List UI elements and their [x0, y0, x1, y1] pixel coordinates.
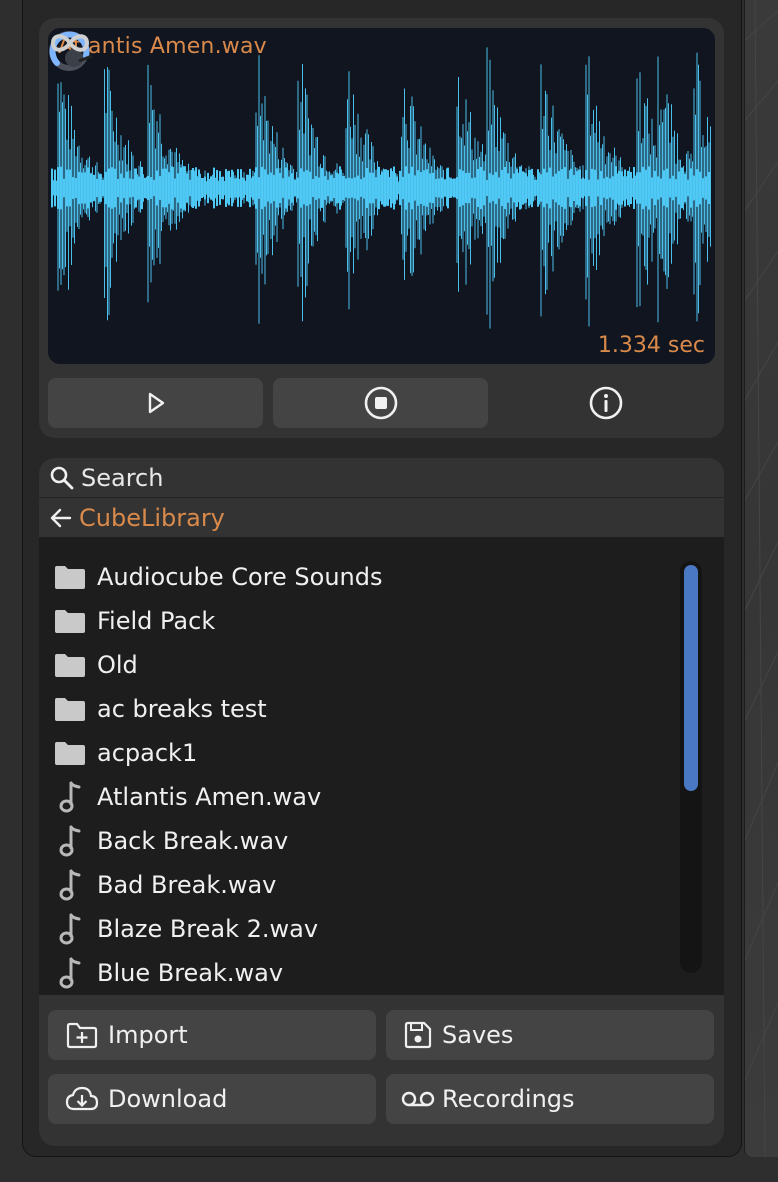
- saves-label: Saves: [442, 1021, 514, 1049]
- folder-icon: [39, 564, 97, 590]
- loop-infinity-icon[interactable]: [48, 28, 92, 58]
- saves-button[interactable]: Saves: [386, 1010, 714, 1060]
- search-field[interactable]: Search: [39, 458, 724, 498]
- music-note-icon: [39, 824, 97, 858]
- list-item-label: Back Break.wav: [97, 827, 289, 855]
- scrollbar[interactable]: [680, 561, 702, 973]
- scrollbar-thumb[interactable]: [684, 565, 698, 791]
- cloud-download-icon: [65, 1086, 99, 1111]
- music-note-icon: [39, 956, 97, 990]
- folder-list-item[interactable]: ac breaks test: [39, 687, 669, 731]
- file-list-item[interactable]: Bad Break.wav: [39, 863, 669, 907]
- list-item-label: Field Pack: [97, 607, 216, 635]
- list-item-label: Audiocube Core Sounds: [97, 563, 383, 591]
- search-label: Search: [81, 464, 164, 492]
- folder-list-item[interactable]: Audiocube Core Sounds: [39, 555, 669, 599]
- folder-list-item[interactable]: Old: [39, 643, 669, 687]
- file-browser-panel: Search CubeLibrary Audiocube Core Sounds…: [39, 458, 724, 1146]
- music-note-icon: [39, 780, 97, 814]
- import-label: Import: [108, 1021, 188, 1049]
- folder-list-item[interactable]: Field Pack: [39, 599, 669, 643]
- list-item-label: Bad Break.wav: [97, 871, 277, 899]
- music-note-icon: [39, 912, 97, 946]
- stop-icon: [364, 386, 397, 420]
- file-list: Audiocube Core Sounds Field Pack Old ac bre…: [39, 537, 724, 995]
- recordings-button[interactable]: Recordings: [386, 1074, 714, 1124]
- save-disk-icon: [404, 1021, 432, 1049]
- adjacent-viewport: [744, 0, 778, 1157]
- file-list-item[interactable]: Blue Break.wav: [39, 951, 669, 995]
- list-item-label: Blaze Break 2.wav: [97, 915, 319, 943]
- search-icon: [50, 466, 74, 490]
- breadcrumb[interactable]: CubeLibrary: [39, 498, 724, 537]
- list-item-label: acpack1: [97, 739, 198, 767]
- folder-plus-icon: [66, 1022, 98, 1049]
- download-label: Download: [108, 1085, 228, 1113]
- import-button[interactable]: Import: [48, 1010, 376, 1060]
- recordings-label: Recordings: [442, 1085, 575, 1113]
- info-icon: [589, 386, 622, 420]
- folder-list-item[interactable]: acpack1: [39, 731, 669, 775]
- current-folder-label[interactable]: CubeLibrary: [79, 504, 225, 532]
- list-item-label: Old: [97, 651, 138, 679]
- play-icon: [148, 392, 164, 414]
- folder-icon: [39, 652, 97, 678]
- stop-button[interactable]: [273, 378, 488, 428]
- file-list-item[interactable]: Blaze Break 2.wav: [39, 907, 669, 951]
- list-item-label: ac breaks test: [97, 695, 267, 723]
- info-button[interactable]: [498, 378, 713, 428]
- list-item-label: Atlantis Amen.wav: [97, 783, 322, 811]
- folder-icon: [39, 696, 97, 722]
- folder-icon: [39, 608, 97, 634]
- file-list-item[interactable]: Atlantis Amen.wav: [39, 775, 669, 819]
- folder-icon: [39, 740, 97, 766]
- music-note-icon: [39, 868, 97, 902]
- voicemail-icon: [401, 1091, 435, 1107]
- file-list-item[interactable]: Back Break.wav: [39, 819, 669, 863]
- waveform-display[interactable]: Atlantis Amen.wav 1.334 sec: [48, 28, 715, 364]
- back-arrow-icon[interactable]: [49, 506, 73, 530]
- waveform: [51, 47, 711, 329]
- duration-readout: 1.334 sec: [597, 333, 705, 358]
- play-button[interactable]: [48, 378, 263, 428]
- list-item-label: Blue Break.wav: [97, 959, 284, 987]
- download-button[interactable]: Download: [48, 1074, 376, 1124]
